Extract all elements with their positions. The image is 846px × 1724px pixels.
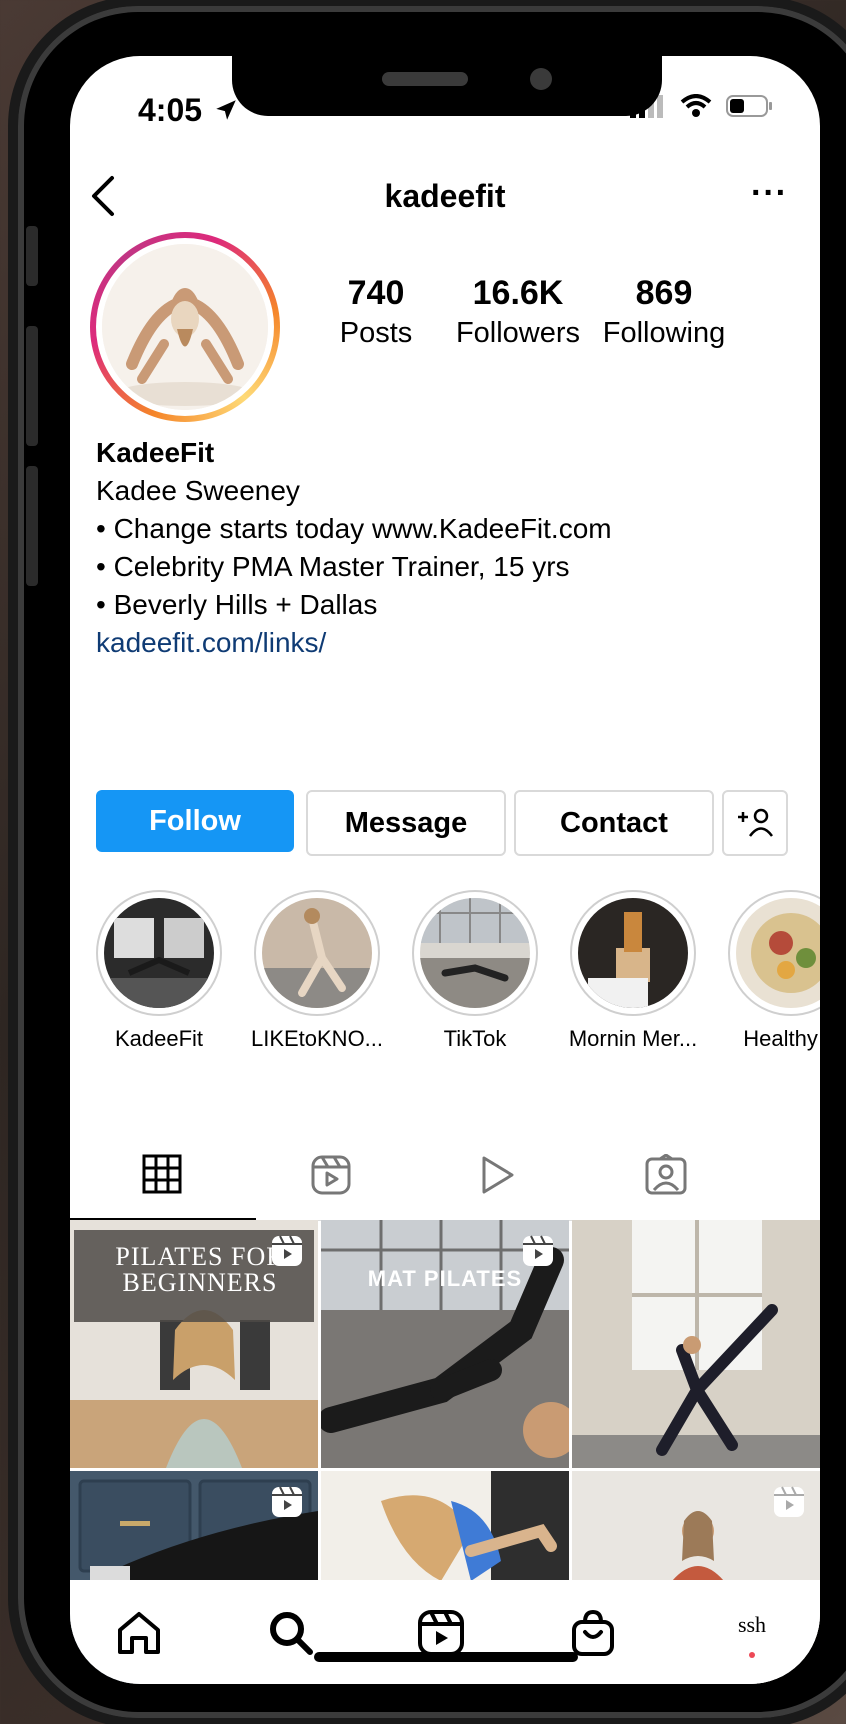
search-icon bbox=[270, 1612, 313, 1655]
stat-followers-count: 16.6K bbox=[472, 274, 564, 312]
avatar-image bbox=[102, 244, 268, 410]
nav-shop[interactable] bbox=[568, 1608, 618, 1658]
front-camera bbox=[530, 68, 552, 90]
home-indicator bbox=[314, 1652, 578, 1662]
follow-button[interactable]: Follow bbox=[96, 790, 294, 852]
reels-icon bbox=[418, 1610, 464, 1656]
stat-posts[interactable]: 740 Posts bbox=[320, 274, 432, 350]
video-play-icon bbox=[482, 1156, 514, 1194]
highlight-cover bbox=[578, 898, 688, 1008]
reel-badge-icon bbox=[272, 1235, 302, 1266]
bottom-navigation: ssh bbox=[70, 1580, 820, 1684]
profile-bio: KadeeFit Kadee Sweeney • Change starts t… bbox=[96, 434, 796, 662]
bio-link[interactable]: kadeefit.com/links/ bbox=[96, 624, 796, 662]
highlight-label: Mornin Mer... bbox=[568, 1026, 698, 1051]
stat-following-count: 869 bbox=[635, 274, 693, 312]
highlight-item[interactable]: KadeeFit bbox=[84, 890, 234, 1052]
wifi-icon bbox=[680, 94, 712, 123]
posts-grid: PILATES FOR BEGINNERS MAT PILATES bbox=[70, 1220, 820, 1684]
tab-tagged[interactable] bbox=[644, 1153, 688, 1198]
post-image bbox=[572, 1220, 820, 1468]
display-name: KadeeFit bbox=[96, 437, 215, 468]
profile-header: kadeefit ··· bbox=[70, 160, 820, 232]
stat-following[interactable]: 869 Following bbox=[594, 274, 734, 350]
nav-profile[interactable]: ssh bbox=[722, 1608, 782, 1658]
profile-actions: Follow Message Contact bbox=[96, 790, 796, 856]
bio-line: • Beverly Hills + Dallas bbox=[96, 589, 378, 620]
phone-notch bbox=[232, 56, 662, 116]
reel-badge-icon bbox=[523, 1235, 553, 1266]
status-time: 4:05 bbox=[138, 92, 239, 131]
highlight-label: KadeeFit bbox=[114, 1026, 204, 1051]
grid-icon bbox=[142, 1154, 182, 1194]
highlight-item[interactable]: Mornin Mer... bbox=[558, 890, 708, 1052]
reels-icon bbox=[311, 1155, 351, 1195]
bio-line: • Celebrity PMA Master Trainer, 15 yrs bbox=[96, 551, 570, 582]
tab-reels[interactable] bbox=[310, 1154, 354, 1198]
highlight-label: LIKEtoKNO... bbox=[250, 1026, 384, 1051]
stat-posts-count: 740 bbox=[347, 274, 405, 312]
highlight-item[interactable]: Healthy E bbox=[716, 890, 820, 1052]
stat-posts-label: Posts bbox=[339, 317, 413, 349]
nav-reels[interactable] bbox=[416, 1608, 466, 1658]
post-thumbnail[interactable]: PILATES FOR BEGINNERS bbox=[70, 1220, 318, 1468]
stat-followers-label: Followers bbox=[455, 317, 581, 349]
bio-line: • Change starts today www.KadeeFit.com bbox=[96, 513, 612, 544]
post-thumbnail[interactable] bbox=[572, 1220, 820, 1468]
post-thumbnail[interactable]: MAT PILATES bbox=[321, 1220, 569, 1468]
volume-up-button bbox=[26, 326, 38, 446]
stat-followers[interactable]: 16.6K Followers bbox=[448, 274, 588, 350]
highlight-label: Healthy E bbox=[743, 1026, 820, 1051]
stat-following-label: Following bbox=[602, 317, 726, 349]
home-icon bbox=[118, 1612, 160, 1654]
highlight-item[interactable]: LIKEtoKNO... bbox=[242, 890, 392, 1052]
contact-button[interactable]: Contact bbox=[514, 790, 714, 856]
profile-avatar-small: ssh bbox=[737, 1612, 767, 1637]
shopping-bag-icon bbox=[572, 1609, 614, 1656]
notification-dot bbox=[749, 1652, 755, 1658]
highlight-cover bbox=[736, 898, 820, 1008]
add-user-icon bbox=[738, 808, 774, 837]
nav-home[interactable] bbox=[114, 1608, 164, 1658]
highlight-item[interactable]: TikTok bbox=[400, 890, 550, 1052]
app-screen: 4:05 kadeefit ··· 740 Posts 16.6K Follow… bbox=[70, 56, 820, 1684]
post-caption-overlay: MAT PILATES bbox=[367, 1266, 523, 1291]
highlight-cover bbox=[262, 898, 372, 1008]
tab-videos[interactable] bbox=[478, 1154, 522, 1198]
battery-icon bbox=[726, 94, 774, 123]
nav-search[interactable] bbox=[266, 1608, 316, 1658]
highlight-cover bbox=[420, 898, 530, 1008]
reel-badge-icon bbox=[272, 1486, 302, 1517]
mute-switch bbox=[26, 226, 38, 286]
bio-line: Kadee Sweeney bbox=[96, 475, 300, 506]
tagged-icon bbox=[645, 1153, 687, 1195]
highlight-cover bbox=[104, 898, 214, 1008]
content-tabs bbox=[70, 1136, 820, 1221]
page-title: kadeefit bbox=[384, 178, 506, 214]
profile-avatar[interactable] bbox=[90, 232, 280, 422]
status-time-text: 4:05 bbox=[138, 92, 203, 128]
volume-down-button bbox=[26, 466, 38, 586]
highlight-label: TikTok bbox=[443, 1026, 507, 1051]
story-highlights: KadeeFit LIKEtoKNO... TikTok Mornin Mer.… bbox=[70, 890, 820, 1051]
reel-badge-icon bbox=[774, 1486, 804, 1517]
message-button[interactable]: Message bbox=[306, 790, 506, 856]
more-options-button[interactable]: ··· bbox=[751, 174, 788, 213]
location-arrow-icon bbox=[213, 94, 239, 131]
suggest-users-button[interactable] bbox=[722, 790, 788, 856]
speaker-grille bbox=[382, 72, 468, 86]
tab-grid[interactable] bbox=[142, 1154, 186, 1198]
